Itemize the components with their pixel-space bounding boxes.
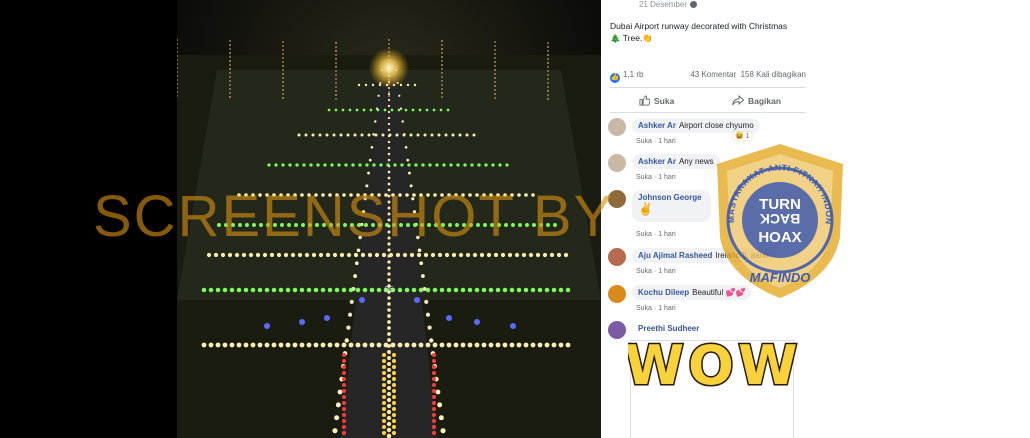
runway-marking: 06 (385, 285, 394, 294)
reaction-count: 1 (745, 133, 750, 140)
comment-time[interactable]: 1 hari (658, 305, 676, 312)
comment-text: ✌ (638, 202, 653, 216)
globe-icon (690, 1, 698, 8)
avatar[interactable] (608, 118, 626, 136)
comment-author[interactable]: Kochu Dileep (638, 288, 689, 297)
badge-line1: TURN (759, 196, 801, 213)
comment-like-link[interactable]: Suka (636, 174, 652, 181)
comment-time[interactable]: 1 hari (658, 174, 676, 181)
badge-line3: HOAX (758, 229, 801, 246)
comment-like-link[interactable]: Suka (636, 231, 652, 238)
like-count-text: 1,1 rb (623, 70, 644, 79)
thumbs-up-outline-icon (639, 95, 650, 106)
comment-bubble: Johnson George ✌ (632, 190, 711, 222)
comment-text: Airport close chyumo (678, 121, 754, 130)
avatar[interactable] (608, 248, 626, 266)
comment-text: Any news (678, 157, 714, 166)
comment-author[interactable]: Johnson George (638, 193, 702, 202)
comment-like-link[interactable]: Suka (636, 138, 652, 145)
left-black-margin (0, 0, 177, 438)
thumbs-up-icon: 👍 (610, 73, 620, 83)
like-count[interactable]: 👍 1,1 rb (610, 70, 643, 83)
wow-sticker: WOW (628, 337, 798, 393)
comment-count[interactable]: 43 Komentar (690, 70, 736, 79)
comment-meta: Suka · 1 hari (636, 305, 676, 312)
comment-author[interactable]: Aju Ajimal Rasheed (638, 251, 712, 260)
share-button-label: Bagikan (748, 95, 782, 106)
comment-like-link[interactable]: Suka (636, 268, 652, 275)
runway-night-photo: 06 (177, 0, 601, 438)
like-button[interactable]: Suka (639, 95, 674, 106)
comment-meta: Suka · 1 hari (636, 174, 676, 181)
share-count[interactable]: 158 Kali dibagikan (741, 70, 806, 79)
avatar[interactable] (608, 285, 626, 303)
comment-time[interactable]: 1 hari (658, 231, 676, 238)
reaction-badge[interactable]: 😆 1 (732, 132, 753, 140)
mafindo-shield-logo: TURN BACK HOAX MASYARAKAT ANTI FITNAH IN… (710, 134, 843, 298)
avatar[interactable] (608, 190, 626, 208)
comment-meta: Suka · 1 hari (636, 138, 676, 145)
comment-bubble: Preethi Sudheer (632, 321, 708, 336)
wow-sticker-text: WOW (628, 337, 798, 393)
comment-author[interactable]: Ashker Ar (638, 121, 676, 130)
share-arrow-icon (732, 95, 744, 106)
comment-share-counts: 43 Komentar 158 Kali dibagikan (690, 70, 806, 79)
comment-like-link[interactable]: Suka (636, 305, 652, 312)
post-caption: Dubai Airport runway decorated with Chri… (610, 21, 788, 43)
comment-time[interactable]: 1 hari (658, 138, 676, 145)
post-date[interactable]: 21 Desember (639, 0, 698, 9)
turnbackhoax-badge: TURN BACK HOAX MASYARAKAT ANTI FITNAH IN… (710, 134, 848, 300)
badge-line2: BACK (760, 211, 800, 227)
comment-bubble: Ashker Ar Airport close chyumo (632, 118, 760, 133)
stats-divider (610, 87, 806, 88)
comment-author[interactable]: Preethi Sudheer (638, 324, 699, 333)
post-photo[interactable]: 06 (177, 0, 601, 438)
comment-meta: Suka · 1 hari (636, 268, 676, 275)
avatar[interactable] (608, 154, 626, 172)
actions-divider (610, 112, 806, 113)
avatar[interactable] (608, 321, 626, 339)
comment-author[interactable]: Ashker Ar (638, 157, 676, 166)
like-button-label: Suka (654, 95, 675, 106)
comment-time[interactable]: 1 hari (658, 268, 676, 275)
post-date-text: 21 Desember (639, 0, 688, 9)
badge-bottom-text: MAFINDO (750, 270, 811, 285)
comment-bubble: Ashker Ar Any news (632, 154, 720, 169)
comment-meta: Suka · 1 hari (636, 231, 676, 238)
share-button[interactable]: Bagikan (732, 95, 781, 106)
